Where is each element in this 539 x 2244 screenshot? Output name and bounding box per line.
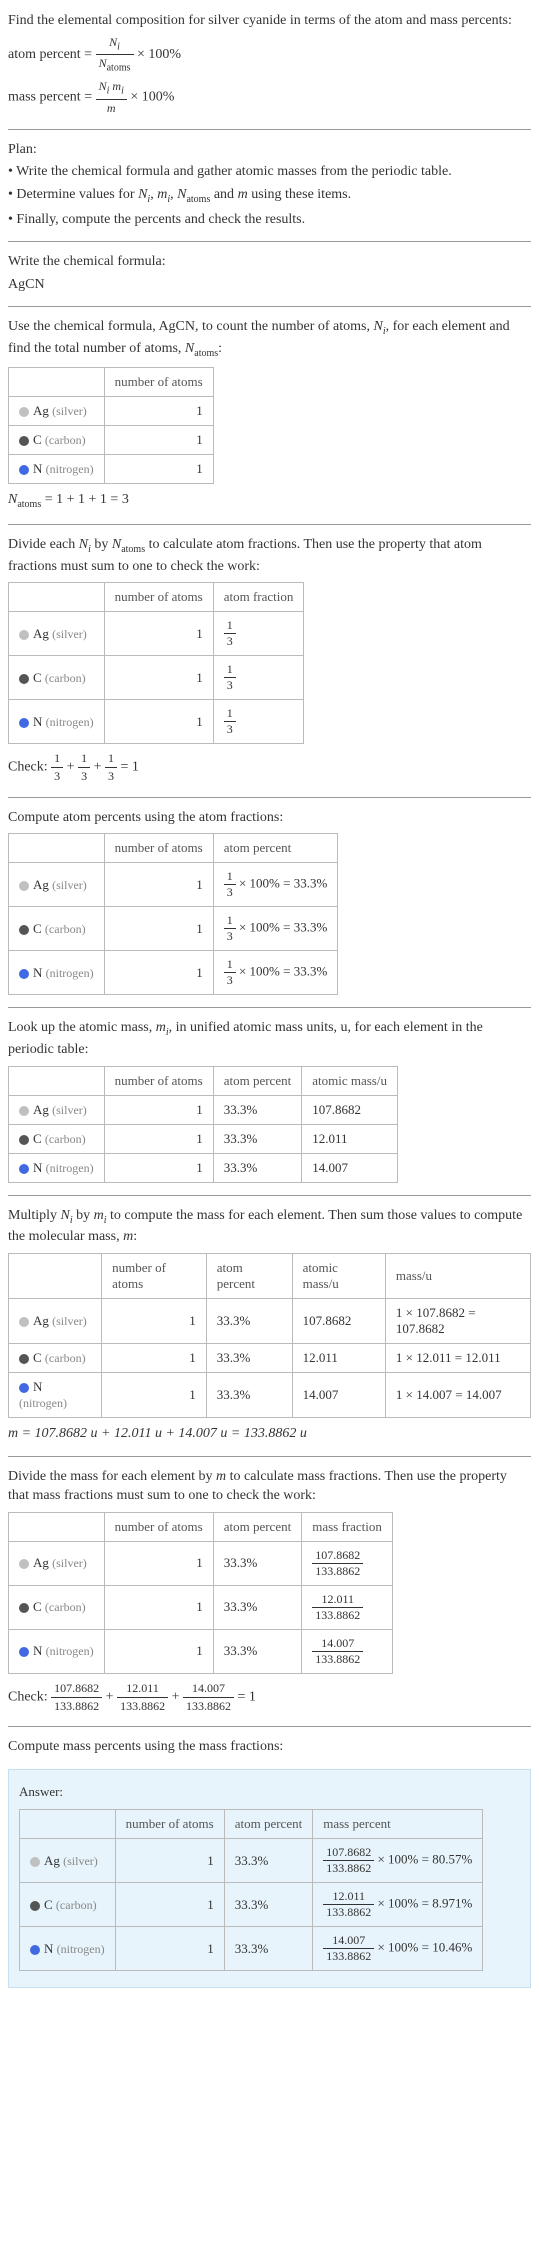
atomic-mass-table: number of atomsatom percentatomic mass/u… (8, 1066, 398, 1183)
atom-percents-table: number of atomsatom percent Ag (silver)1… (8, 833, 338, 995)
mass-percents-text: Compute mass percents using the mass fra… (8, 1737, 531, 1757)
table-row: C (carbon)133.3%12.011133.8862 × 100% = … (20, 1883, 483, 1927)
carbon-dot-icon (19, 1603, 29, 1613)
carbon-dot-icon (30, 1901, 40, 1911)
table-row: N (nitrogen)113 (9, 700, 304, 744)
atom-fractions-table: number of atomsatom fraction Ag (silver)… (8, 582, 304, 744)
table-row: C (carbon)133.3%12.0111 × 12.011 = 12.01… (9, 1344, 531, 1373)
divider (8, 129, 531, 130)
divider (8, 306, 531, 307)
table-row: C (carbon)1 (9, 425, 214, 454)
nitrogen-dot-icon (19, 1383, 29, 1393)
divider (8, 1007, 531, 1008)
table-row: Ag (silver)133.3%107.86821 × 107.8682 = … (9, 1299, 531, 1344)
carbon-dot-icon (19, 674, 29, 684)
table-row: Ag (silver)133.3%107.8682133.8862 (9, 1541, 393, 1585)
table-row: N (nitrogen)133.3%14.007 (9, 1153, 398, 1182)
count-atoms: Use the chemical formula, AgCN, to count… (8, 317, 531, 511)
silver-dot-icon (19, 1317, 29, 1327)
nitrogen-dot-icon (19, 465, 29, 475)
divider (8, 524, 531, 525)
table-row: N (nitrogen)133.3%14.007133.8862 × 100% … (20, 1927, 483, 1971)
table-row: C (carbon)113 × 100% = 33.3% (9, 907, 338, 951)
atomic-mass: Look up the atomic mass, mi, in unified … (8, 1018, 531, 1182)
mass-each-table: number of atomsatom percentatomic mass/u… (8, 1253, 531, 1418)
divider (8, 1726, 531, 1727)
check-equation: Check: 13 + 13 + 13 = 1 (8, 750, 531, 785)
table-row: Ag (silver)113 × 100% = 33.3% (9, 863, 338, 907)
silver-dot-icon (19, 1559, 29, 1569)
divider (8, 797, 531, 798)
table-row: C (carbon)133.3%12.011 (9, 1124, 398, 1153)
answer-table: number of atomsatom percentmass percent … (19, 1809, 483, 1971)
molecular-mass-equation: m = 107.8682 u + 12.011 u + 14.007 u = 1… (8, 1424, 531, 1444)
atomic-mass-text: Look up the atomic mass, mi, in unified … (8, 1018, 531, 1059)
write-formula: Write the chemical formula: AgCN (8, 252, 531, 294)
table-row: Ag (silver)113 (9, 612, 304, 656)
silver-dot-icon (19, 407, 29, 417)
atom-percents: Compute atom percents using the atom fra… (8, 808, 531, 996)
plan-title: Plan: (8, 140, 531, 160)
divider (8, 241, 531, 242)
write-formula-title: Write the chemical formula: (8, 252, 531, 272)
intro: Find the elemental composition for silve… (8, 11, 531, 117)
check-equation: Check: 107.8682133.8862 + 12.011133.8862… (8, 1680, 531, 1715)
table-row: Ag (silver)133.3%107.8682 (9, 1095, 398, 1124)
atom-percent-formula: atom percent = NiNatoms × 100% (8, 34, 531, 76)
plan-bullet-2: • Determine values for Ni, mi, Natoms an… (8, 185, 531, 207)
silver-dot-icon (30, 1857, 40, 1867)
atom-fractions-text: Divide each Ni by Natoms to calculate at… (8, 535, 531, 576)
atoms-table: number of atoms Ag (silver)1 C (carbon)1… (8, 367, 214, 484)
table-row: N (nitrogen)1 (9, 454, 214, 483)
nitrogen-dot-icon (30, 1945, 40, 1955)
table-row: N (nitrogen)133.3%14.007133.8862 (9, 1629, 393, 1673)
table-row: C (carbon)113 (9, 656, 304, 700)
nitrogen-dot-icon (19, 969, 29, 979)
plan-bullet-1: • Write the chemical formula and gather … (8, 162, 531, 182)
nitrogen-dot-icon (19, 1164, 29, 1174)
natoms-equation: Natoms = 1 + 1 + 1 = 3 (8, 490, 531, 512)
carbon-dot-icon (19, 925, 29, 935)
mass-fractions-table: number of atomsatom percentmass fraction… (8, 1512, 393, 1674)
table-row: Ag (silver)133.3%107.8682133.8862 × 100%… (20, 1839, 483, 1883)
silver-dot-icon (19, 881, 29, 891)
carbon-dot-icon (19, 436, 29, 446)
answer-title: Answer: (19, 1783, 520, 1801)
intro-text: Find the elemental composition for silve… (8, 11, 531, 31)
divider (8, 1456, 531, 1457)
chemical-formula: AgCN (8, 275, 531, 295)
atom-percents-text: Compute atom percents using the atom fra… (8, 808, 531, 828)
divider (8, 1195, 531, 1196)
atom-fractions: Divide each Ni by Natoms to calculate at… (8, 535, 531, 785)
table-row: N (nitrogen)113 × 100% = 33.3% (9, 951, 338, 995)
nitrogen-dot-icon (19, 1647, 29, 1657)
plan: Plan: • Write the chemical formula and g… (8, 140, 531, 230)
carbon-dot-icon (19, 1135, 29, 1145)
table-row: C (carbon)133.3%12.011133.8862 (9, 1585, 393, 1629)
nitrogen-dot-icon (19, 718, 29, 728)
table-row: Ag (silver)1 (9, 396, 214, 425)
mass-each-text: Multiply Ni by mi to compute the mass fo… (8, 1206, 531, 1247)
mass-fractions-text: Divide the mass for each element by m to… (8, 1467, 531, 1506)
answer-box: Answer: number of atomsatom percentmass … (8, 1769, 531, 1988)
mass-percents: Compute mass percents using the mass fra… (8, 1737, 531, 1757)
carbon-dot-icon (19, 1354, 29, 1364)
count-atoms-text: Use the chemical formula, AgCN, to count… (8, 317, 531, 361)
col-natoms: number of atoms (104, 367, 213, 396)
mass-fractions: Divide the mass for each element by m to… (8, 1467, 531, 1715)
plan-bullet-3: • Finally, compute the percents and chec… (8, 210, 531, 230)
mass-each: Multiply Ni by mi to compute the mass fo… (8, 1206, 531, 1444)
table-row: N (nitrogen)133.3%14.0071 × 14.007 = 14.… (9, 1373, 531, 1418)
mass-percent-formula: mass percent = Ni mim × 100% (8, 78, 531, 116)
silver-dot-icon (19, 630, 29, 640)
silver-dot-icon (19, 1106, 29, 1116)
